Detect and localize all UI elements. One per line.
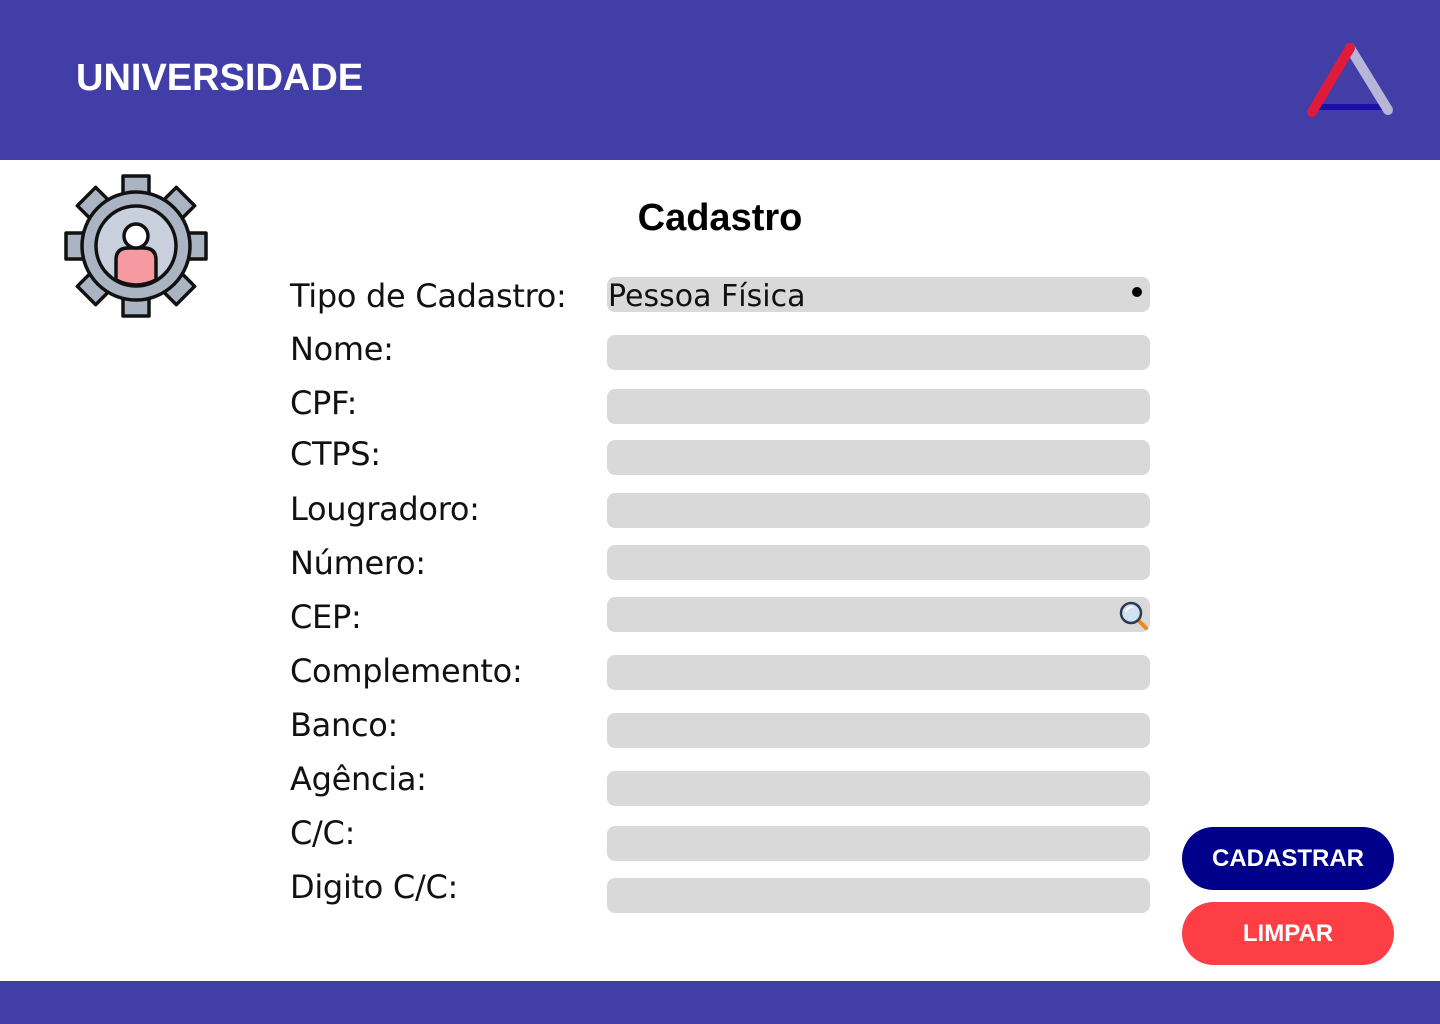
agencia-input[interactable]: [607, 771, 1150, 806]
cadastrar-button[interactable]: CADASTRAR: [1182, 827, 1394, 890]
brand-title: UNIVERSIDADE: [76, 57, 364, 99]
cpf-label: CPF:: [290, 384, 358, 422]
triangle-logo-icon: [1307, 43, 1394, 117]
footer-bar: [0, 981, 1440, 1024]
cpf-input[interactable]: [607, 389, 1150, 424]
user-settings-gear-icon: [64, 174, 208, 318]
nome-input[interactable]: [607, 335, 1150, 370]
digito-cc-input[interactable]: [607, 878, 1150, 913]
logradouro-label: Lougradoro:: [290, 490, 480, 528]
numero-input[interactable]: [607, 545, 1150, 580]
limpar-button[interactable]: LIMPAR: [1182, 902, 1394, 965]
complemento-input[interactable]: [607, 655, 1150, 690]
complemento-label: Complemento:: [290, 652, 523, 690]
agencia-label: Agência:: [290, 760, 427, 798]
ctps-label: CTPS:: [290, 435, 381, 473]
page-title: Cadastro: [637, 197, 803, 239]
banco-input[interactable]: [607, 713, 1150, 748]
conta-corrente-label: C/C:: [290, 814, 356, 852]
nome-label: Nome:: [290, 330, 394, 368]
tipo-cadastro-label: Tipo de Cadastro:: [290, 277, 567, 315]
tipo-cadastro-value: Pessoa Física: [608, 279, 806, 314]
select-indicator-icon: [1132, 287, 1142, 297]
ctps-input[interactable]: [607, 440, 1150, 475]
header-bar: UNIVERSIDADE: [0, 0, 1440, 160]
numero-label: Número:: [290, 544, 426, 582]
tipo-cadastro-select[interactable]: Pessoa Física: [607, 277, 1150, 314]
banco-label: Banco:: [290, 706, 398, 744]
digito-cc-label: Digito C/C:: [290, 868, 458, 906]
search-icon[interactable]: [1118, 600, 1150, 632]
logradouro-input[interactable]: [607, 493, 1150, 528]
cep-label: CEP:: [290, 598, 362, 636]
cep-input[interactable]: [607, 597, 1150, 632]
conta-corrente-input[interactable]: [607, 826, 1150, 861]
